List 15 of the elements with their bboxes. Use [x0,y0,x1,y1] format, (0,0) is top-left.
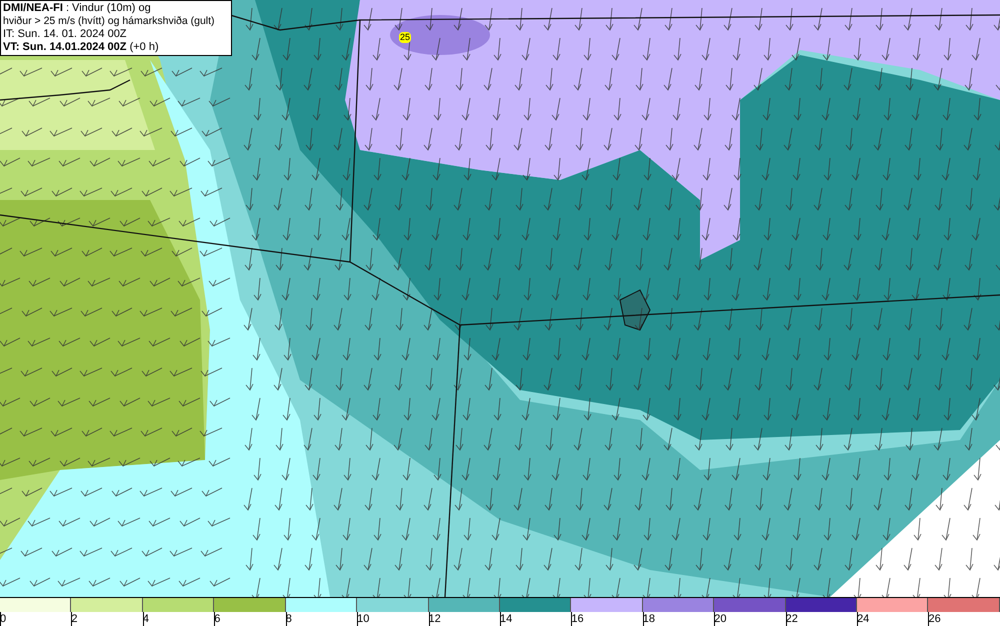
legend-label: 14 [500,612,514,626]
legend-label: 26 [928,612,942,626]
legend-label: 12 [428,612,442,626]
map-subtitle: hviður > 25 m/s (hvítt) og hámarkshviða (gult) [3,15,216,28]
gust-label: 25 [399,32,412,43]
legend-label: 18 [642,612,656,626]
legend-label: 2 [71,612,79,626]
legend-label: 6 [214,612,222,626]
valid-time: VT: Sun. 14.01.2024 00Z (+0 h) [3,41,160,54]
issue-time: IT: Sun. 14. 01. 2024 00Z [3,28,128,41]
legend-label: 24 [857,612,870,626]
legend-label: 10 [357,612,370,626]
map-title: DMI/NEA-FI : Vindur (10m) og [3,2,152,15]
legend-label: 16 [571,612,585,626]
legend-label: 20 [714,612,728,626]
